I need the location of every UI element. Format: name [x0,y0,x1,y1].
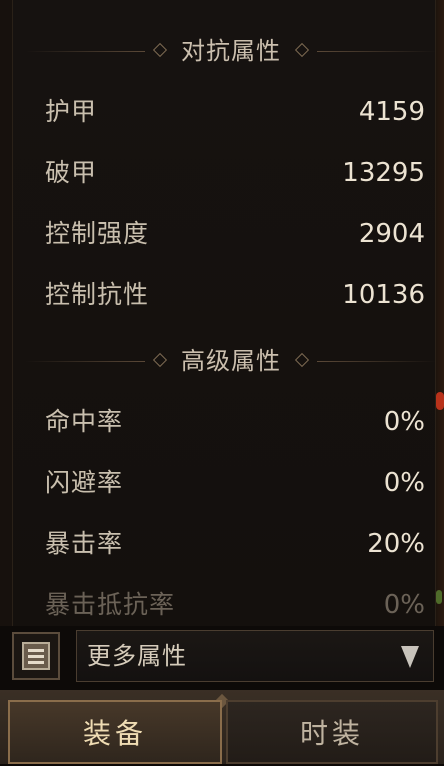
divider-line [317,361,435,362]
attribute-label: 暴击率 [45,529,124,558]
attribute-list-panel[interactable]: 对抗属性 护甲 4159 破甲 13295 控制强度 2904 控制抗性 101… [12,0,436,626]
attribute-value: 0% [383,468,425,498]
ember-glow [436,392,444,410]
attribute-label: 闪避率 [45,468,124,497]
attribute-row: 命中率 0% [45,402,425,442]
attribute-value: 2904 [358,219,425,249]
inventory-scroll-icon [22,642,50,670]
attribute-row: 护甲 4159 [45,92,425,132]
more-attributes-dropdown[interactable]: 更多属性 [76,630,434,682]
attribute-value: 13295 [342,158,425,188]
attribute-label: 护甲 [45,97,98,126]
attribute-label: 破甲 [45,158,98,187]
attribute-row: 破甲 13295 [45,153,425,193]
attribute-label: 命中率 [45,407,124,436]
attribute-value: 0% [383,590,425,620]
section-header-advanced: 高级属性 [25,346,435,376]
attribute-label: 暴击抵抗率 [45,590,176,619]
foliage-glow [436,590,442,604]
attribute-row: 暴击抵抗率 0% [45,585,425,625]
attribute-row: 控制抗性 10136 [45,275,425,315]
tab-equipment[interactable]: 装备 [8,700,222,764]
divider-line [317,51,435,52]
attribute-value: 10136 [342,280,425,310]
attribute-row: 闪避率 0% [45,463,425,503]
attribute-label: 控制抗性 [45,280,150,309]
attribute-label: 控制强度 [45,219,150,248]
attribute-value: 4159 [358,97,425,127]
chevron-down-icon [401,646,419,668]
attribute-value: 0% [383,407,425,437]
attribute-value: 20% [367,529,425,559]
attribute-row: 控制强度 2904 [45,214,425,254]
tab-fashion[interactable]: 时装 [226,700,438,764]
more-attributes-label: 更多属性 [87,642,187,670]
attribute-row: 暴击率 20% [45,524,425,564]
section-header-resistance: 对抗属性 [25,36,435,66]
inventory-button[interactable] [12,632,60,680]
